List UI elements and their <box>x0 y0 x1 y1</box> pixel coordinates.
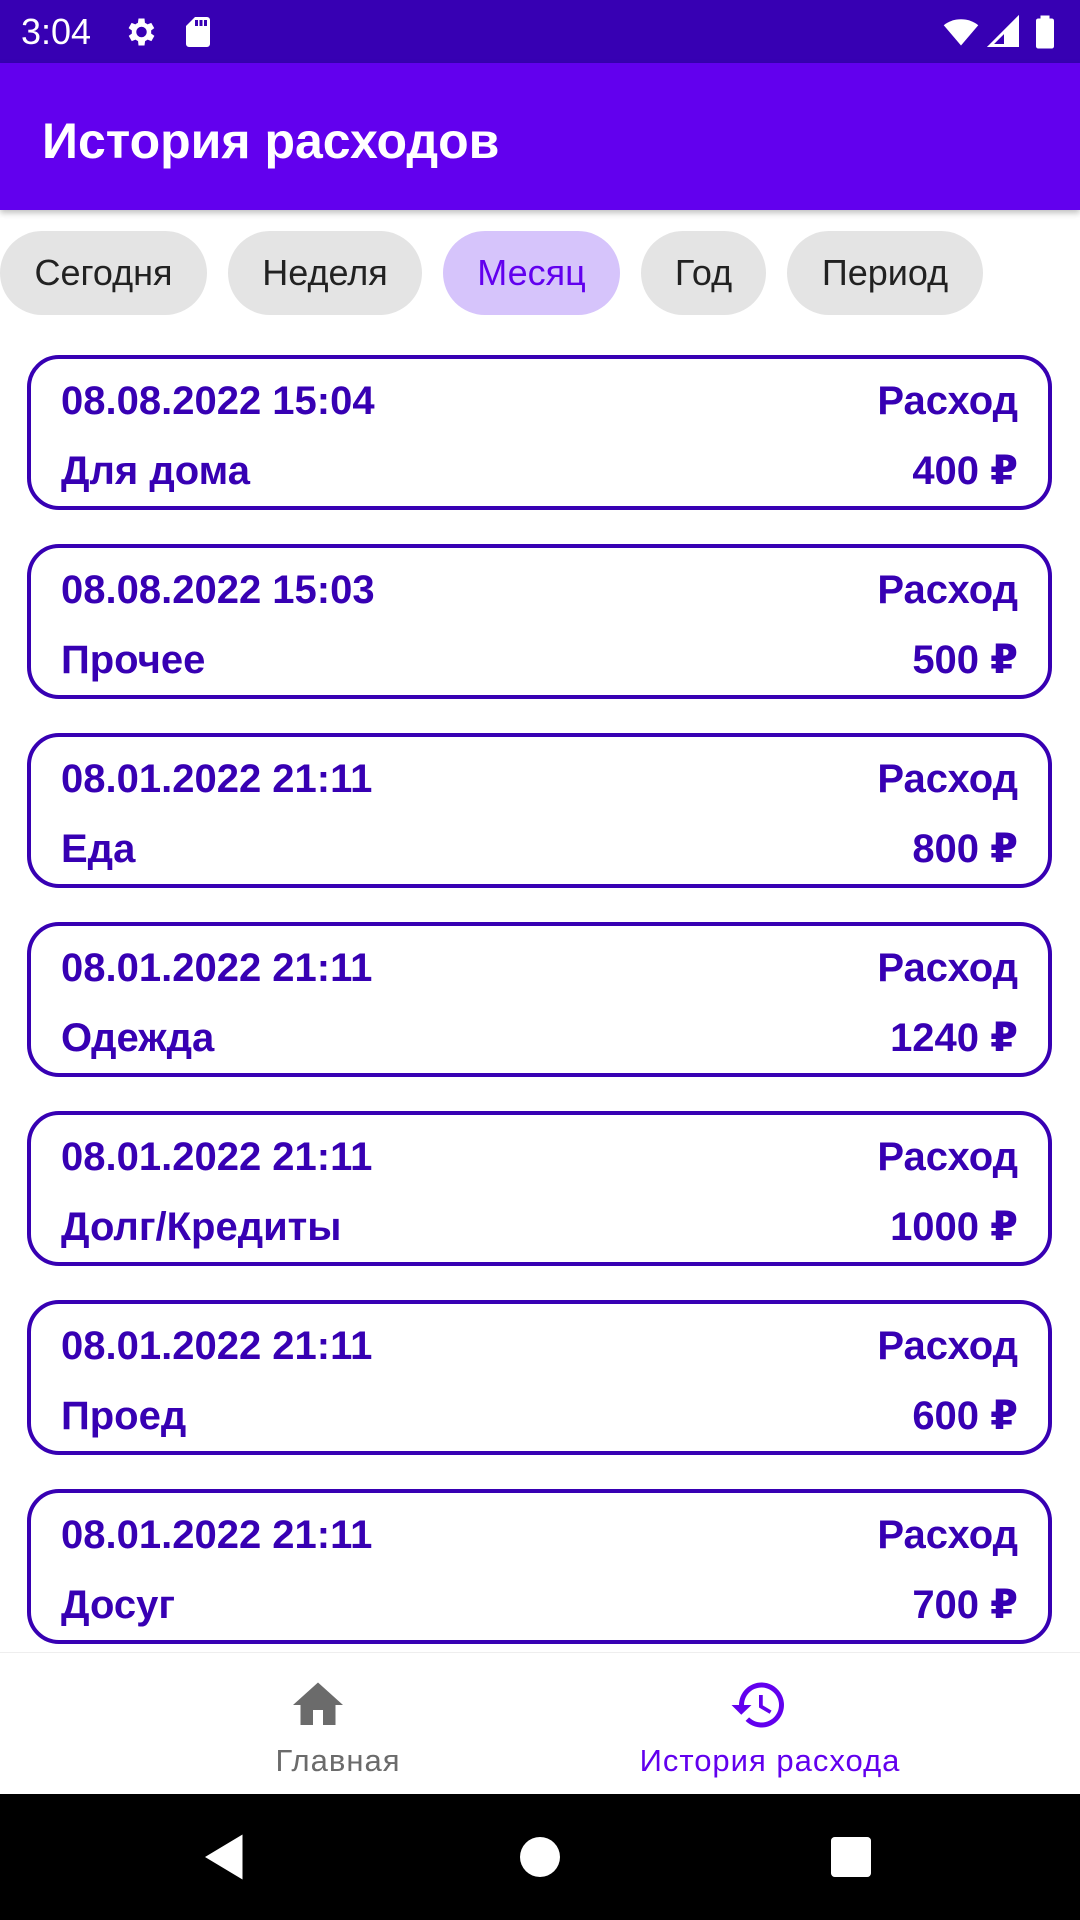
transaction-date: 08.08.2022 15:04 <box>61 379 375 423</box>
transaction-category: Проед <box>61 1394 187 1438</box>
transaction-card[interactable]: 08.01.2022 21:11 Расход Одежда 1240 ₽ <box>27 922 1052 1077</box>
transaction-type: Расход <box>877 757 1018 801</box>
chip-week[interactable]: Неделя <box>228 231 422 315</box>
nav-label-history: История расхода <box>639 1743 901 1778</box>
signal-icon <box>986 14 1022 50</box>
transaction-card[interactable]: 08.01.2022 21:11 Расход Еда 800 ₽ <box>27 733 1052 888</box>
period-filter-chips: Сегодня Неделя Месяц Год Период <box>0 231 1080 315</box>
transaction-type: Расход <box>877 568 1018 612</box>
recents-icon[interactable] <box>821 1827 881 1887</box>
status-bar: 3:04 <box>0 0 1080 63</box>
wifi-icon <box>943 14 979 50</box>
nav-item-history[interactable]: История расхода <box>491 1653 1031 1795</box>
transaction-type: Расход <box>877 1324 1018 1368</box>
home-circle-icon[interactable] <box>510 1827 570 1887</box>
transaction-date: 08.01.2022 21:11 <box>61 946 373 990</box>
transaction-date: 08.01.2022 21:11 <box>61 1135 373 1179</box>
page-title: История расходов <box>42 113 500 169</box>
chip-period[interactable]: Период <box>787 231 983 315</box>
transaction-amount: 1240 ₽ <box>890 1016 1018 1060</box>
app-bar: История расходов <box>0 63 1080 210</box>
transaction-date: 08.01.2022 21:11 <box>61 1513 373 1557</box>
sd-card-icon <box>180 14 216 50</box>
transaction-date: 08.08.2022 15:03 <box>61 568 375 612</box>
transaction-amount: 400 ₽ <box>912 449 1018 493</box>
chip-year[interactable]: Год <box>641 231 766 315</box>
transaction-card[interactable]: 08.01.2022 21:11 Расход Долг/Кредиты 100… <box>27 1111 1052 1266</box>
history-icon <box>729 1675 789 1735</box>
nav-item-home[interactable]: Главная <box>0 1653 540 1795</box>
transaction-category: Для дома <box>61 449 250 493</box>
bottom-navigation: Главная История расхода <box>0 1652 1080 1795</box>
transaction-category: Еда <box>61 827 136 871</box>
transaction-amount: 800 ₽ <box>912 827 1018 871</box>
transaction-date: 08.01.2022 21:11 <box>61 757 373 801</box>
transaction-card[interactable]: 08.08.2022 15:03 Расход Прочее 500 ₽ <box>27 544 1052 699</box>
transaction-card[interactable]: 08.01.2022 21:11 Расход Досуг 700 ₽ <box>27 1489 1052 1644</box>
chip-today[interactable]: Сегодня <box>0 231 207 315</box>
home-icon <box>288 1675 348 1735</box>
system-navigation-bar <box>0 1794 1080 1920</box>
chip-month[interactable]: Месяц <box>443 231 620 315</box>
transaction-type: Расход <box>877 1513 1018 1557</box>
transaction-type: Расход <box>877 1135 1018 1179</box>
back-icon[interactable] <box>195 1827 255 1887</box>
transaction-category: Долг/Кредиты <box>61 1205 342 1249</box>
transaction-amount: 700 ₽ <box>912 1583 1018 1627</box>
transaction-type: Расход <box>877 946 1018 990</box>
status-time: 3:04 <box>21 11 92 52</box>
transaction-date: 08.01.2022 21:11 <box>61 1324 373 1368</box>
transaction-amount: 500 ₽ <box>912 638 1018 682</box>
transaction-category: Одежда <box>61 1016 215 1060</box>
transaction-category: Досуг <box>61 1583 176 1627</box>
transaction-list: 08.08.2022 15:04 Расход Для дома 400 ₽ 0… <box>0 355 1080 1652</box>
transaction-amount: 600 ₽ <box>912 1394 1018 1438</box>
transaction-amount: 1000 ₽ <box>890 1205 1018 1249</box>
transaction-card[interactable]: 08.01.2022 21:11 Расход Проед 600 ₽ <box>27 1300 1052 1455</box>
settings-icon <box>122 14 158 50</box>
transaction-card[interactable]: 08.08.2022 15:04 Расход Для дома 400 ₽ <box>27 355 1052 510</box>
battery-icon <box>1030 14 1060 50</box>
transaction-type: Расход <box>877 379 1018 423</box>
transaction-category: Прочее <box>61 638 206 682</box>
